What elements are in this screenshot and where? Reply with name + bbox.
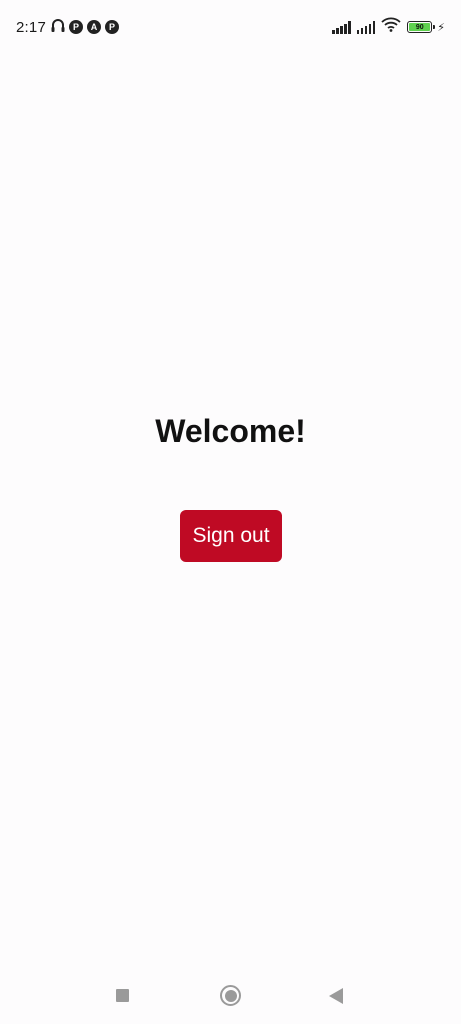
charging-icon: ⚡	[437, 21, 445, 34]
navigation-bar	[0, 968, 461, 1024]
notification-p-icon: P	[105, 20, 119, 34]
battery-level: 90	[409, 23, 431, 31]
battery-icon: 90	[407, 21, 436, 33]
signal-icon	[332, 20, 351, 34]
clock: 2:17	[16, 18, 46, 36]
headphones-icon	[51, 17, 65, 38]
status-bar-left: 2:17 P A P	[16, 17, 119, 37]
home-icon[interactable]	[220, 985, 241, 1006]
notification-p-icon: P	[69, 20, 83, 34]
status-bar-right: 90 ⚡	[332, 17, 445, 37]
signal-icon	[356, 20, 376, 34]
wifi-icon	[381, 17, 401, 37]
welcome-heading: Welcome!	[155, 413, 306, 449]
sign-out-button[interactable]: Sign out	[180, 510, 282, 562]
status-bar: 2:17 P A P 90 ⚡	[0, 0, 461, 52]
notification-a-icon: A	[87, 20, 101, 34]
back-icon[interactable]	[329, 988, 343, 1004]
recents-icon[interactable]	[116, 989, 129, 1002]
